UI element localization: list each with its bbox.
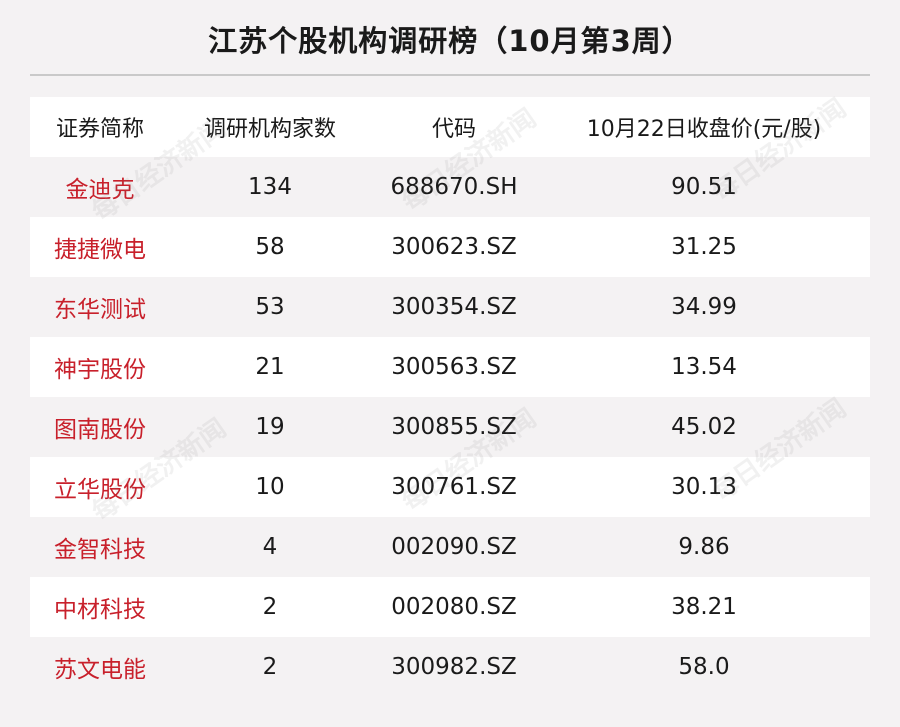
title-divider — [30, 74, 870, 76]
stock-name: 金迪克 — [65, 177, 135, 203]
stock-name: 捷捷微电 — [54, 237, 146, 263]
stock-name: 金智科技 — [54, 537, 146, 563]
table-header-row: 证券简称 调研机构家数 代码 10月22日收盘价(元/股) — [30, 97, 870, 157]
stock-name: 立华股份 — [54, 477, 146, 503]
stock-code: 002080.SZ — [391, 594, 517, 620]
ranking-table: 证券简称 调研机构家数 代码 10月22日收盘价(元/股) 金迪克 134 68… — [30, 97, 870, 697]
stock-name: 东华测试 — [54, 297, 146, 323]
table-row: 神宇股份 21 300563.SZ 13.54 — [30, 337, 870, 397]
header-count: 调研机构家数 — [203, 117, 336, 142]
institution-count: 10 — [255, 474, 285, 500]
stock-code: 002090.SZ — [391, 534, 517, 560]
stock-code: 300982.SZ — [391, 654, 517, 680]
stock-code: 688670.SH — [390, 174, 518, 200]
institution-count: 19 — [255, 414, 285, 440]
stock-name: 中材科技 — [54, 597, 146, 623]
stock-name: 神宇股份 — [54, 357, 146, 383]
institution-count: 2 — [262, 594, 278, 620]
institution-count: 134 — [248, 174, 292, 200]
table-row: 金智科技 4 002090.SZ 9.86 — [30, 517, 870, 577]
table-row: 立华股份 10 300761.SZ 30.13 — [30, 457, 870, 517]
institution-count: 4 — [262, 534, 278, 560]
table-row: 图南股份 19 300855.SZ 45.02 — [30, 397, 870, 457]
stock-code: 300855.SZ — [391, 414, 517, 440]
header-name: 证券简称 — [55, 117, 144, 142]
table-row: 捷捷微电 58 300623.SZ 31.25 — [30, 217, 870, 277]
stock-code: 300563.SZ — [391, 354, 517, 380]
institution-count: 21 — [255, 354, 285, 380]
institution-count: 2 — [262, 654, 278, 680]
table-row: 中材科技 2 002080.SZ 38.21 — [30, 577, 870, 637]
page-title: 江苏个股机构调研榜（10月第3周） — [208, 24, 692, 58]
stock-name: 苏文电能 — [54, 657, 146, 683]
close-price: 90.51 — [671, 174, 737, 200]
table-row: 金迪克 134 688670.SH 90.51 — [30, 157, 870, 217]
close-price: 34.99 — [671, 294, 737, 320]
close-price: 13.54 — [671, 354, 737, 380]
stock-code: 300354.SZ — [391, 294, 517, 320]
header-code: 代码 — [431, 117, 476, 142]
stock-code: 300623.SZ — [391, 234, 517, 260]
institution-count: 58 — [255, 234, 285, 260]
stock-name: 图南股份 — [54, 417, 146, 443]
table-row: 苏文电能 2 300982.SZ 58.0 — [30, 637, 870, 697]
close-price: 30.13 — [671, 474, 737, 500]
close-price: 58.0 — [678, 654, 730, 680]
close-price: 38.21 — [671, 594, 737, 620]
stock-code: 300761.SZ — [391, 474, 517, 500]
close-price: 45.02 — [671, 414, 737, 440]
close-price: 9.86 — [678, 534, 730, 560]
close-price: 31.25 — [671, 234, 737, 260]
table-row: 东华测试 53 300354.SZ 34.99 — [30, 277, 870, 337]
header-price: 10月22日收盘价(元/股) — [586, 117, 822, 142]
institution-count: 53 — [255, 294, 285, 320]
